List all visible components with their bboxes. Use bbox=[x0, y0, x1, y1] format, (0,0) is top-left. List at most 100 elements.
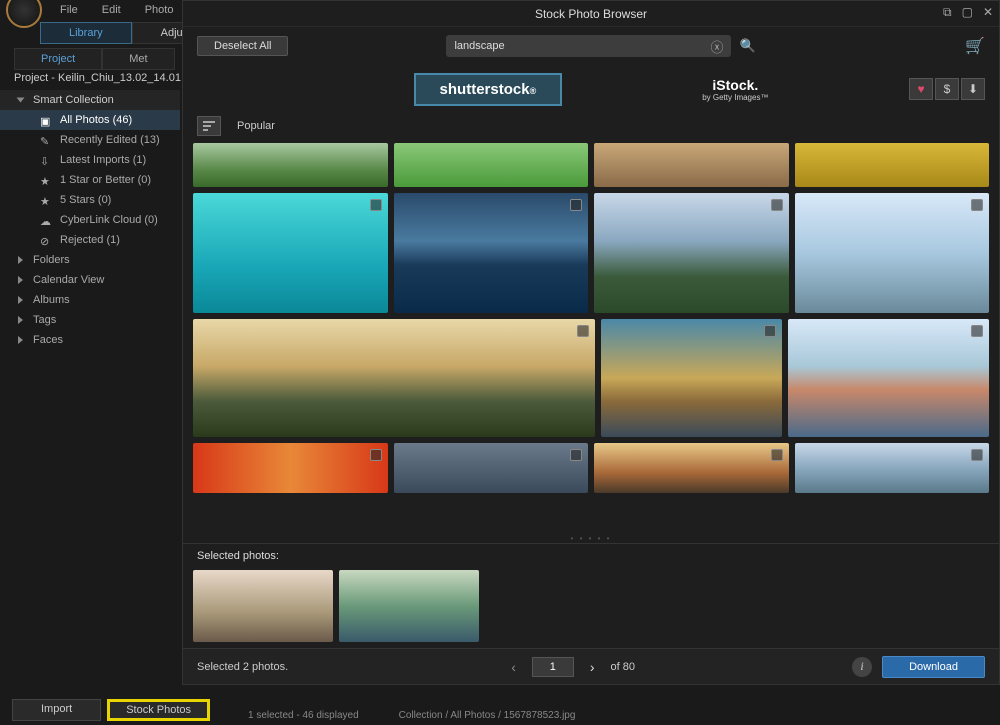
selected-photos-header: Selected photos: bbox=[183, 543, 999, 568]
chevron-down-icon bbox=[17, 98, 25, 103]
sub-tabs: Project Met bbox=[14, 48, 175, 70]
photo-grid bbox=[183, 139, 999, 534]
search-value: landscape bbox=[454, 40, 504, 52]
menu-photo[interactable]: Photo bbox=[133, 1, 186, 19]
tab-library[interactable]: Library bbox=[40, 22, 132, 44]
price-icon[interactable]: $ bbox=[935, 78, 959, 100]
clear-search-icon[interactable]: ⓧ bbox=[710, 37, 723, 56]
edit-icon: ✎ bbox=[40, 135, 54, 145]
cloud-icon: ☁ bbox=[40, 215, 54, 225]
dialog-title-bar: Stock Photo Browser ⧉ ▢ ✕ bbox=[183, 1, 999, 27]
checkbox-icon[interactable] bbox=[370, 449, 382, 461]
sidebar-item-latest-imports[interactable]: ⇩Latest Imports (1) bbox=[0, 150, 180, 170]
selected-thumb[interactable] bbox=[193, 570, 333, 642]
thumb[interactable] bbox=[394, 443, 589, 493]
pager: ‹ › of 80 bbox=[505, 657, 635, 677]
thumb[interactable] bbox=[788, 319, 989, 437]
subtab-project[interactable]: Project bbox=[14, 48, 102, 70]
search-row: Deselect All landscape ⓧ 🔍 🛒 bbox=[183, 27, 999, 65]
chevron-right-icon bbox=[18, 296, 23, 304]
checkbox-icon[interactable] bbox=[971, 325, 983, 337]
checkbox-icon[interactable] bbox=[570, 199, 582, 211]
reject-icon: ⊘ bbox=[40, 235, 54, 245]
search-input[interactable]: landscape ⓧ bbox=[446, 35, 731, 57]
page-total: of 80 bbox=[611, 661, 635, 673]
close-icon[interactable]: ✕ bbox=[983, 5, 993, 20]
search-icon[interactable]: 🔍 bbox=[739, 38, 755, 54]
sidebar-item-recently-edited[interactable]: ✎Recently Edited (13) bbox=[0, 130, 180, 150]
thumb[interactable] bbox=[795, 143, 990, 187]
thumb[interactable] bbox=[193, 319, 595, 437]
project-name: Project - Keilin_Chiu_13.02_14.01 bbox=[14, 72, 181, 84]
photos-icon: ▣ bbox=[40, 115, 54, 125]
chevron-right-icon bbox=[18, 256, 23, 264]
checkbox-icon[interactable] bbox=[971, 199, 983, 211]
sidebar-item-all-photos[interactable]: ▣All Photos (46) bbox=[0, 110, 180, 130]
provider-istock[interactable]: iStock. by Getty Images™ bbox=[702, 77, 768, 102]
next-page-icon[interactable]: › bbox=[584, 659, 601, 675]
checkbox-icon[interactable] bbox=[577, 325, 589, 337]
page-input[interactable] bbox=[532, 657, 574, 677]
thumb[interactable] bbox=[795, 193, 990, 313]
bottom-buttons: Import Stock Photos bbox=[12, 699, 210, 721]
favorites-icon[interactable]: ♥ bbox=[909, 78, 933, 100]
popout-icon[interactable]: ⧉ bbox=[943, 5, 952, 20]
stock-photo-dialog: Stock Photo Browser ⧉ ▢ ✕ Deselect All l… bbox=[182, 0, 1000, 685]
thumb[interactable] bbox=[394, 193, 589, 313]
sidebar-calendar[interactable]: Calendar View bbox=[0, 270, 180, 290]
checkbox-icon[interactable] bbox=[764, 325, 776, 337]
import-button[interactable]: Import bbox=[12, 699, 101, 721]
app-logo-icon bbox=[6, 0, 42, 28]
star-icon: ★ bbox=[40, 175, 54, 185]
sidebar-tags[interactable]: Tags bbox=[0, 310, 180, 330]
dialog-title: Stock Photo Browser bbox=[535, 7, 647, 21]
sidebar: Smart Collection ▣All Photos (46) ✎Recen… bbox=[0, 90, 180, 695]
deselect-all-button[interactable]: Deselect All bbox=[197, 36, 288, 56]
download-button[interactable]: Download bbox=[882, 656, 985, 678]
dialog-footer: Selected 2 photos. ‹ › of 80 i Download bbox=[183, 648, 999, 684]
stars-icon: ★ bbox=[40, 195, 54, 205]
sidebar-folders[interactable]: Folders bbox=[0, 250, 180, 270]
chevron-right-icon bbox=[18, 276, 23, 284]
status-bar: 1 selected - 46 displayed Collection / A… bbox=[248, 710, 575, 721]
cart-icon[interactable]: 🛒 bbox=[965, 36, 985, 56]
thumb[interactable] bbox=[601, 319, 782, 437]
thumb[interactable] bbox=[193, 143, 388, 187]
selected-photos-strip bbox=[183, 568, 999, 648]
provider-shutterstock[interactable]: shutterstock® bbox=[414, 73, 563, 106]
resize-handle[interactable]: • • • • • bbox=[183, 534, 999, 543]
sidebar-item-5stars[interactable]: ★5 Stars (0) bbox=[0, 190, 180, 210]
thumb[interactable] bbox=[193, 193, 388, 313]
subtab-meta[interactable]: Met bbox=[102, 48, 174, 70]
sidebar-item-1star[interactable]: ★1 Star or Better (0) bbox=[0, 170, 180, 190]
selected-thumb[interactable] bbox=[339, 570, 479, 642]
sidebar-faces[interactable]: Faces bbox=[0, 330, 180, 350]
menu-edit[interactable]: Edit bbox=[90, 1, 133, 19]
download-queue-icon[interactable]: ⬇ bbox=[961, 78, 985, 100]
thumb[interactable] bbox=[594, 443, 789, 493]
sidebar-item-cloud[interactable]: ☁CyberLink Cloud (0) bbox=[0, 210, 180, 230]
status-path: Collection / All Photos / 1567878523.jpg bbox=[399, 710, 576, 721]
checkbox-icon[interactable] bbox=[971, 449, 983, 461]
checkbox-icon[interactable] bbox=[771, 199, 783, 211]
stock-photos-button[interactable]: Stock Photos bbox=[107, 699, 210, 721]
prev-page-icon[interactable]: ‹ bbox=[505, 659, 522, 675]
checkbox-icon[interactable] bbox=[570, 449, 582, 461]
thumb[interactable] bbox=[795, 443, 990, 493]
minimize-icon[interactable]: ▢ bbox=[962, 5, 973, 20]
sort-row: Popular bbox=[183, 113, 999, 139]
menu-file[interactable]: File bbox=[48, 1, 90, 19]
sort-button[interactable] bbox=[197, 116, 221, 136]
sidebar-smart-collection[interactable]: Smart Collection bbox=[0, 90, 180, 110]
thumb[interactable] bbox=[394, 143, 589, 187]
selected-count: Selected 2 photos. bbox=[197, 661, 288, 673]
thumb[interactable] bbox=[193, 443, 388, 493]
checkbox-icon[interactable] bbox=[771, 449, 783, 461]
info-icon[interactable]: i bbox=[852, 657, 872, 677]
sidebar-item-rejected[interactable]: ⊘Rejected (1) bbox=[0, 230, 180, 250]
thumb[interactable] bbox=[594, 193, 789, 313]
sidebar-albums[interactable]: Albums bbox=[0, 290, 180, 310]
thumb[interactable] bbox=[594, 143, 789, 187]
checkbox-icon[interactable] bbox=[370, 199, 382, 211]
provider-row: shutterstock® iStock. by Getty Images™ ♥… bbox=[183, 65, 999, 113]
